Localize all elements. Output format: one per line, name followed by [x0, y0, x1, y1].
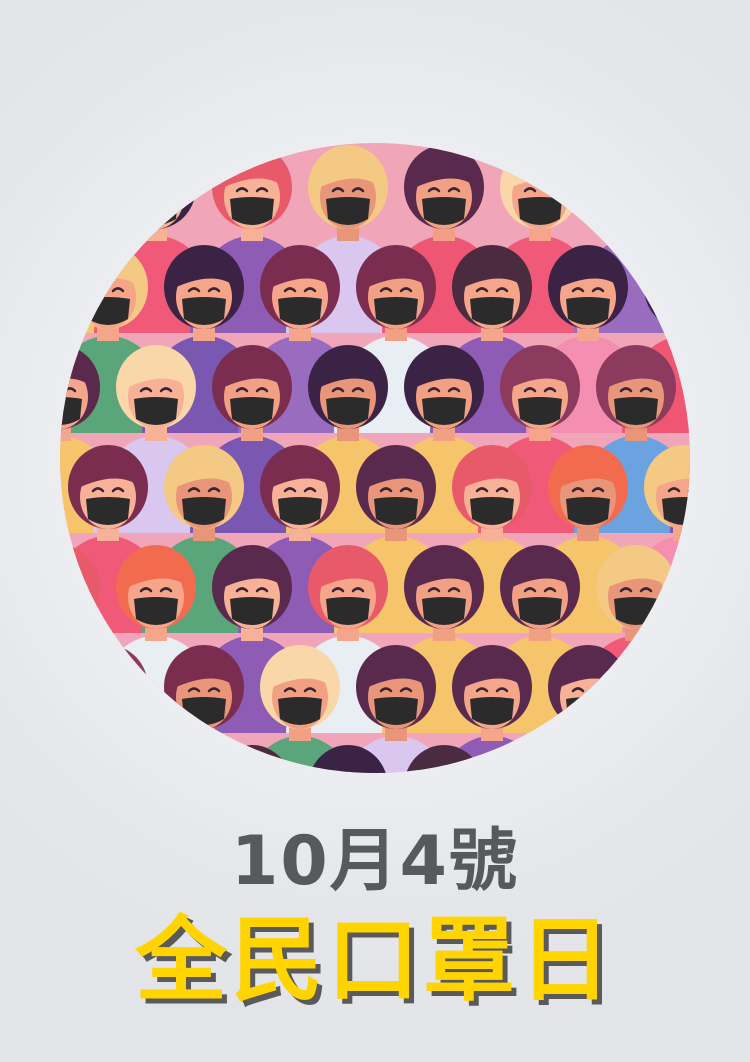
date-line: 10月4號	[231, 822, 519, 901]
crowd-person	[500, 745, 580, 773]
crowd-person	[60, 745, 100, 773]
crowd-person	[116, 745, 196, 773]
crowd-person	[670, 235, 690, 333]
crowd-person	[670, 635, 690, 733]
crowd-illustration	[60, 143, 690, 773]
headline-title: 全民口罩日	[134, 907, 615, 1014]
crowd-person	[670, 745, 690, 773]
crowd-wearing-masks-icon	[60, 143, 690, 773]
poster: 10月4號 全民口罩日	[0, 0, 750, 1062]
crowd-person	[622, 645, 690, 773]
crowd-person	[596, 745, 676, 773]
crowd-person	[60, 735, 74, 773]
